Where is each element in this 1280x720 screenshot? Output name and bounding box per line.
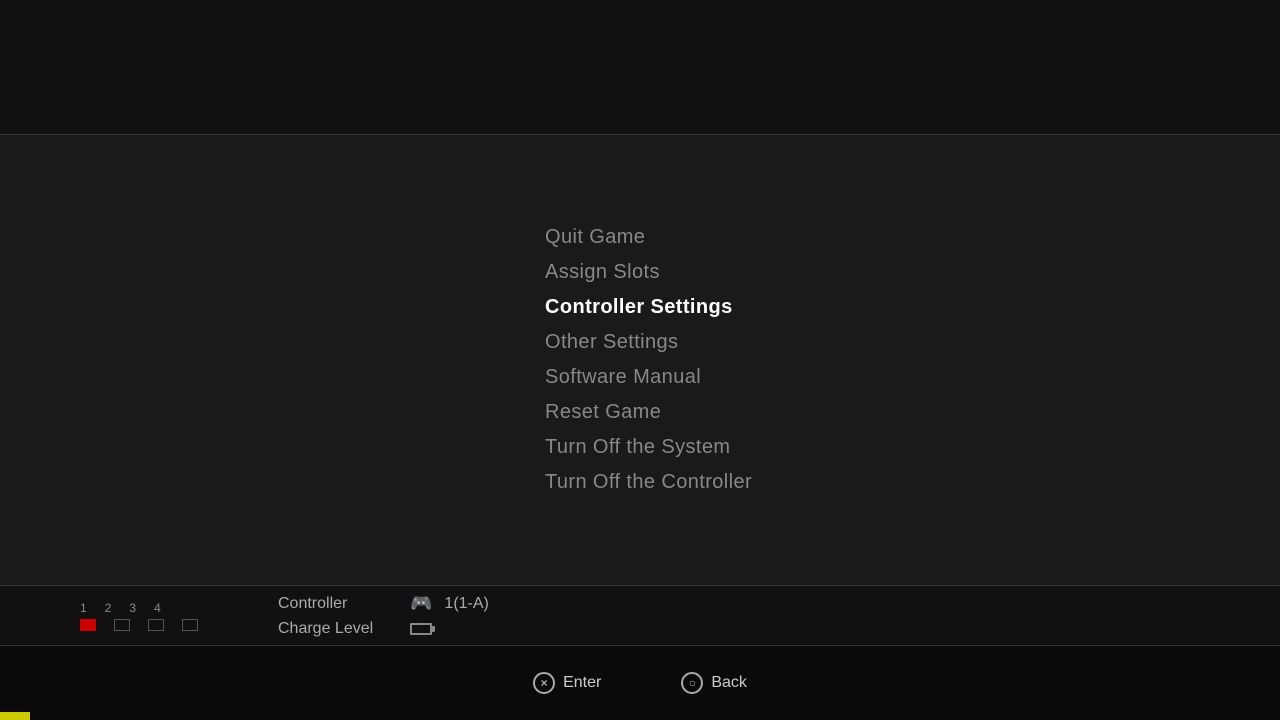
menu-item-reset-game[interactable]: Reset Game <box>545 395 752 430</box>
top-section <box>0 0 1280 135</box>
main-section: Quit Game Assign Slots Controller Settin… <box>0 135 1280 585</box>
enter-button-icon: × <box>533 672 555 694</box>
back-label: Back <box>711 674 747 692</box>
menu-item-software-manual[interactable]: Software Manual <box>545 360 752 395</box>
menu-item-other-settings[interactable]: Other Settings <box>545 325 752 360</box>
slot-boxes <box>80 619 198 631</box>
charge-row: Charge Level <box>278 620 489 638</box>
charge-icon <box>410 623 432 635</box>
controller-row: Controller 🎮 1(1-A) <box>278 593 489 614</box>
menu-list: Quit Game Assign Slots Controller Settin… <box>545 220 752 500</box>
slot-box-2 <box>114 619 130 631</box>
footer-action-back: ○ Back <box>681 672 747 694</box>
slot-numbers: 1 2 3 4 <box>80 601 161 615</box>
slot-indicators: 1 2 3 4 <box>80 601 198 631</box>
menu-item-controller-settings[interactable]: Controller Settings <box>545 290 752 325</box>
footer-action-enter: × Enter <box>533 672 601 694</box>
enter-label: Enter <box>563 674 601 692</box>
menu-item-turn-off-controller[interactable]: Turn Off the Controller <box>545 465 752 500</box>
slot-number-1: 1 <box>80 601 87 615</box>
menu-item-turn-off-system[interactable]: Turn Off the System <box>545 430 752 465</box>
controller-value: 1(1-A) <box>444 595 488 613</box>
controller-icon: 🎮 <box>410 593 432 614</box>
slot-number-4: 4 <box>154 601 161 615</box>
slot-box-4 <box>182 619 198 631</box>
controller-label: Controller <box>278 595 398 613</box>
menu-item-quit-game[interactable]: Quit Game <box>545 220 752 255</box>
charge-label: Charge Level <box>278 620 398 638</box>
slot-box-3 <box>148 619 164 631</box>
controller-info: Controller 🎮 1(1-A) Charge Level <box>278 593 489 638</box>
menu-item-assign-slots[interactable]: Assign Slots <box>545 255 752 290</box>
slot-number-2: 2 <box>105 601 112 615</box>
yellow-indicator <box>0 712 30 720</box>
slot-box-1 <box>80 619 96 631</box>
back-button-icon: ○ <box>681 672 703 694</box>
bottom-bar: 1 2 3 4 Controller 🎮 1(1-A) Charge Level <box>0 585 1280 645</box>
slot-number-3: 3 <box>129 601 136 615</box>
footer-bar: × Enter ○ Back <box>0 645 1280 720</box>
